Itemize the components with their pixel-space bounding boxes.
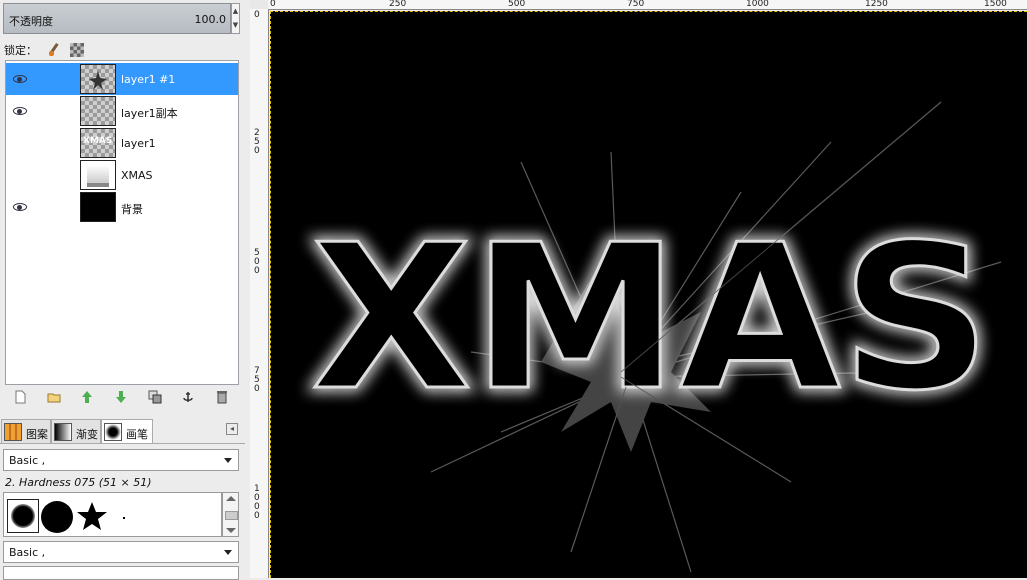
text-layer-thumbnail [80, 160, 116, 190]
layer-row[interactable]: layer1 #1 [6, 63, 238, 95]
brush-scrollbar[interactable] [222, 492, 239, 537]
layers-dock: 不透明度 100.0 ▲ ▼ 锁定： layer1 #1 layer1副本 XMA… [0, 0, 245, 580]
ruler-corner[interactable] [250, 0, 268, 9]
brush-preset-select[interactable]: Basic , [3, 449, 239, 471]
tool-preset-select[interactable]: Basic , [3, 541, 239, 563]
gradient-icon [54, 423, 72, 441]
tab-patterns[interactable]: 图案 [1, 419, 51, 443]
layer-row[interactable]: XMAS layer1 [6, 127, 238, 159]
vertical-ruler[interactable]: 0 250 500 750 1000 [250, 9, 269, 578]
ruler-label: 0 [270, 0, 276, 9]
brush-grid [3, 492, 222, 537]
selected-brush-name: 2. Hardness 075 (51 × 51) [5, 476, 152, 489]
lock-alpha-icon[interactable] [70, 43, 84, 57]
hardness-075-icon[interactable] [7, 499, 39, 533]
dock-tabs: 图案 渐变 画笔 [0, 417, 245, 444]
ruler-label: 250 [389, 0, 407, 9]
lock-label: 锁定： [4, 44, 37, 57]
layers-list: layer1 #1 layer1副本 XMAS layer1 XMAS 背景 [5, 60, 239, 385]
dot-brush-icon[interactable] [114, 499, 146, 533]
layer-thumbnail [80, 96, 116, 126]
lock-row: 锁定： [4, 42, 84, 57]
opacity-label: 不透明度 [9, 15, 53, 28]
circle-brush-icon[interactable] [41, 499, 73, 533]
tab-brushes[interactable]: 画笔 [101, 419, 153, 443]
tab-menu-button[interactable]: ◂ [226, 423, 238, 435]
tool-preset-value: Basic , [9, 546, 46, 559]
horizontal-ruler[interactable]: 0 250 500 750 1000 1250 1500 [268, 0, 1027, 10]
thumbnail-text: XMAS [83, 136, 113, 146]
canvas-xmas-text: XMAS [311, 202, 991, 435]
tab-gradients[interactable]: 渐变 [51, 419, 101, 443]
eye-icon[interactable] [13, 75, 27, 83]
ruler-label: 1000 [254, 484, 260, 521]
layer-row[interactable]: XMAS [6, 159, 238, 191]
layer-thumbnail: XMAS [80, 128, 116, 158]
ruler-label: 750 [627, 0, 645, 9]
ruler-label: 500 [508, 0, 526, 9]
ruler-label: 1250 [865, 0, 888, 9]
canvas-artwork: XMAS XMAS [307, 101, 1002, 573]
ruler-label: 0 [254, 10, 260, 20]
ruler-label: 500 [254, 248, 260, 276]
layer-name[interactable]: XMAS [121, 169, 153, 182]
star-brush-icon[interactable] [76, 499, 108, 533]
layer-row[interactable]: layer1副本 [6, 95, 238, 127]
ruler-label: 1500 [984, 0, 1007, 9]
opacity-spin-buttons[interactable]: ▲ ▼ [231, 3, 240, 34]
layer-name[interactable]: 背景 [121, 201, 143, 217]
tab-label: 渐变 [76, 428, 98, 441]
lock-pixels-icon[interactable] [47, 43, 61, 57]
pattern-icon [4, 423, 22, 441]
opacity-value[interactable]: 100.0 [195, 13, 227, 26]
image-canvas[interactable]: XMAS XMAS [270, 11, 1027, 578]
delete-layer-icon[interactable] [215, 390, 229, 404]
chevron-down-icon [224, 458, 232, 463]
layer-thumbnail [80, 192, 116, 222]
duplicate-layer-icon[interactable] [148, 390, 162, 404]
chevron-down-icon [224, 550, 232, 555]
eye-icon[interactable] [13, 203, 27, 211]
layer-thumbnail [80, 64, 116, 94]
ruler-label: 250 [254, 128, 260, 156]
layer-name[interactable]: layer1 [121, 137, 156, 150]
layer-row[interactable]: 背景 [6, 191, 238, 223]
layer-name[interactable]: layer1 #1 [121, 73, 175, 86]
layers-toolbar [5, 388, 239, 408]
brush-icon [104, 423, 122, 441]
new-group-icon[interactable] [47, 390, 61, 404]
layer-name[interactable]: layer1副本 [121, 105, 178, 121]
lower-layer-icon[interactable] [114, 390, 128, 404]
tab-label: 画笔 [126, 428, 148, 441]
raise-layer-icon[interactable] [80, 390, 94, 404]
ruler-label: 750 [254, 366, 260, 394]
opacity-slider[interactable]: 不透明度 100.0 [3, 3, 231, 34]
tab-label: 图案 [26, 428, 48, 441]
new-layer-icon[interactable] [13, 390, 27, 404]
brush-preset-value: Basic , [9, 454, 46, 467]
eye-icon[interactable] [13, 107, 27, 115]
ruler-label: 1000 [746, 0, 769, 9]
anchor-layer-icon[interactable] [181, 390, 195, 404]
